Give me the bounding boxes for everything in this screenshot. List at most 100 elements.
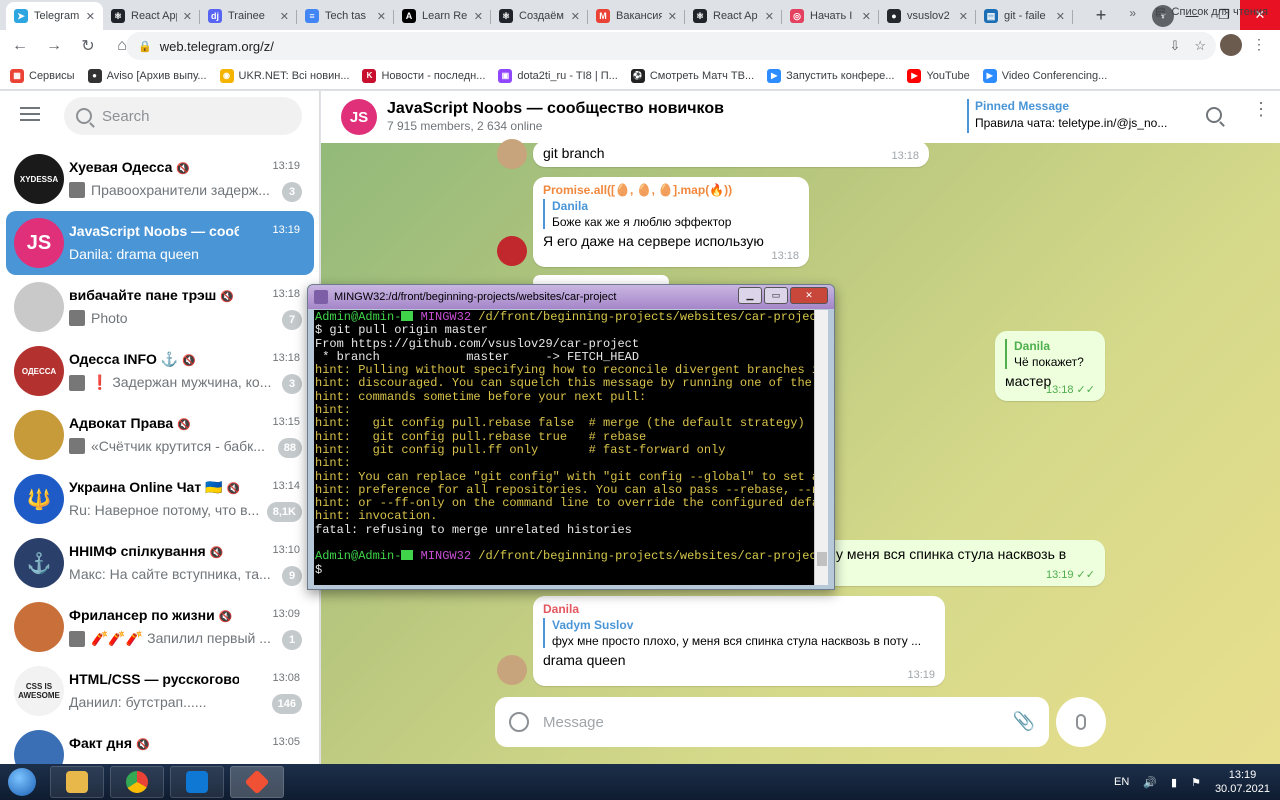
- chat-title[interactable]: JavaScript Noobs — сообщество новичков: [387, 100, 724, 118]
- browser-tab[interactable]: ⚛ React Ap ✕: [685, 2, 782, 30]
- address-bar[interactable]: 🔒 web.telegram.org/z/ ⇩ ☆: [126, 32, 1216, 60]
- browser-tab[interactable]: A Learn Re ✕: [394, 2, 491, 30]
- scrollbar-thumb[interactable]: [817, 552, 827, 566]
- language-indicator[interactable]: EN: [1114, 776, 1129, 788]
- browser-tab[interactable]: ● vsuslov2 ✕: [879, 2, 976, 30]
- message-bubble[interactable]: git branch 13:18: [533, 141, 929, 167]
- terminal-titlebar[interactable]: MINGW32:/d/front/beginning-projects/webs…: [308, 285, 834, 309]
- browser-tab[interactable]: M Вакансия ✕: [588, 2, 685, 30]
- browser-tab[interactable]: ◎ Начать I ✕: [782, 2, 879, 30]
- chat-list-item[interactable]: ОДЕССА Одесса INFO ⚓ 🔇 13:18 ❗ Задержан м…: [6, 339, 314, 403]
- close-tab-icon[interactable]: ✕: [183, 10, 192, 23]
- install-app-icon[interactable]: ⇩: [1169, 38, 1180, 54]
- chat-list-item[interactable]: ⚓ ННІМФ спілкування 🔇 13:10 Макс: На сайт…: [6, 531, 314, 595]
- taskbar-explorer[interactable]: [50, 766, 104, 798]
- message-bubble[interactable]: Danila Vadym Suslov фух мне просто плохо…: [533, 596, 945, 686]
- bookmark-item[interactable]: ▦ Сервисы: [10, 68, 75, 83]
- user-avatar[interactable]: [497, 655, 527, 685]
- user-avatar[interactable]: [497, 236, 527, 266]
- close-tab-icon[interactable]: ✕: [959, 10, 968, 23]
- terminal-close-icon[interactable]: ✕: [790, 287, 828, 304]
- bookmark-item[interactable]: K Новости - последн...: [362, 68, 485, 83]
- bookmark-star-icon[interactable]: ☆: [1194, 38, 1206, 54]
- close-tab-icon[interactable]: ✕: [474, 10, 483, 23]
- flag-icon[interactable]: ⚑: [1191, 776, 1201, 789]
- taskbar-vscode[interactable]: [170, 766, 224, 798]
- volume-icon[interactable]: 🔊: [1143, 776, 1157, 789]
- chat-header[interactable]: JS JavaScript Noobs — сообщество новичко…: [321, 91, 1280, 143]
- search-icon[interactable]: [1206, 107, 1222, 123]
- bookmark-item[interactable]: ▶ Запустить конфере...: [767, 68, 894, 83]
- windows-taskbar: EN 🔊 ▮ ⚑ 13:19 30.07.2021: [0, 764, 1280, 800]
- more-options-icon[interactable]: ⋮: [1252, 100, 1270, 118]
- hamburger-menu-icon[interactable]: [20, 107, 40, 121]
- chat-list-item[interactable]: JS JavaScript Noobs — сооб...🔇 13:19 Dan…: [6, 211, 314, 275]
- message-bubble-outgoing[interactable]: Danila Чё покажет? мастер 13:18 ✓✓: [995, 331, 1105, 401]
- terminal-output[interactable]: Admin@Admin- MINGW32 /d/front/beginning-…: [314, 310, 822, 585]
- message-composer[interactable]: Message 📎: [495, 697, 1049, 747]
- chat-list-item[interactable]: вибачайте пане трэш 🔇 13:18 Photo 7: [6, 275, 314, 339]
- close-tab-icon[interactable]: ✕: [377, 10, 386, 23]
- browser-menu-icon[interactable]: ⋮: [1252, 36, 1266, 53]
- browser-avatar[interactable]: [1220, 34, 1242, 56]
- browser-tab[interactable]: ➤ Telegram ✕: [6, 2, 103, 30]
- terminal-cursor-line[interactable]: $: [315, 563, 322, 577]
- bookmark-item[interactable]: ⚽ Смотреть Матч ТВ...: [630, 68, 754, 83]
- reading-list-button[interactable]: ▤ Список для чтения: [1155, 5, 1268, 19]
- message-sender[interactable]: Promise.all([🥚, 🥚, 🥚].map(🔥)): [543, 183, 799, 197]
- chat-list-item[interactable]: 🔱 Украина Online Чат 🇺🇦 🔇 13:14 Ru: Навер…: [6, 467, 314, 531]
- close-tab-icon[interactable]: ✕: [862, 10, 871, 23]
- reply-quote[interactable]: Vadym Suslov фух мне просто плохо, у мен…: [543, 618, 935, 648]
- clock[interactable]: 13:19 30.07.2021: [1215, 768, 1270, 796]
- chat-avatar[interactable]: JS: [341, 99, 377, 135]
- chat-list-item[interactable]: CSS IS AWESOME HTML/CSS — русскогово...🔇…: [6, 659, 314, 723]
- browser-tab[interactable]: ≡ Tech tas ✕: [297, 2, 394, 30]
- user-avatar[interactable]: [497, 139, 527, 169]
- emoji-icon[interactable]: [509, 712, 529, 732]
- terminal-maximize-icon[interactable]: ▭: [764, 287, 788, 304]
- close-tab-icon[interactable]: ✕: [280, 10, 289, 23]
- pinned-message[interactable]: Pinned Message Правила чата: teletype.in…: [967, 99, 1177, 133]
- chat-list-item[interactable]: Адвокат Права 🔇 13:15 «Счётчик крутится -…: [6, 403, 314, 467]
- bookmark-item[interactable]: ◉ UKR.NET: Всі новин...: [219, 68, 349, 83]
- terminal-window[interactable]: MINGW32:/d/front/beginning-projects/webs…: [307, 284, 835, 590]
- terminal-scrollbar[interactable]: [814, 310, 828, 585]
- close-tab-icon[interactable]: ✕: [765, 10, 774, 23]
- taskbar-chrome[interactable]: [110, 766, 164, 798]
- bookmark-item[interactable]: ▶ Video Conferencing...: [982, 68, 1107, 83]
- message-bubble-outgoing[interactable]: у меня вся спинка стула насквозь в 13:19…: [821, 540, 1105, 586]
- message-sender[interactable]: Danila: [543, 602, 935, 616]
- browser-tab[interactable]: ⚛ React App ✕: [103, 2, 200, 30]
- attach-icon[interactable]: 📎: [1013, 711, 1035, 732]
- browser-tab[interactable]: ⚛ Создаём ✕: [491, 2, 588, 30]
- close-tab-icon[interactable]: ✕: [668, 10, 677, 23]
- chat-name: HTML/CSS — русскогово...🔇: [69, 671, 239, 687]
- search-input[interactable]: Search: [64, 97, 302, 135]
- bookmark-item[interactable]: ● Aviso [Архив выпу...: [87, 68, 207, 83]
- close-tab-icon[interactable]: ✕: [1056, 10, 1065, 23]
- message-input-placeholder[interactable]: Message: [543, 714, 604, 731]
- voice-record-button[interactable]: [1056, 697, 1106, 747]
- reply-quote[interactable]: Danila Боже как же я люблю эффектор: [543, 199, 799, 229]
- back-icon[interactable]: ←: [6, 32, 34, 60]
- bookmark-item[interactable]: ▣ dota2ti_ru - TI8 | П...: [498, 68, 618, 83]
- network-icon[interactable]: ▮: [1171, 776, 1177, 789]
- taskbar-git-bash[interactable]: [230, 766, 284, 798]
- chat-list-item[interactable]: XYDESSA Хуевая Одесса 🔇 13:19 Правоохрани…: [6, 147, 314, 211]
- close-tab-icon[interactable]: ✕: [571, 10, 580, 23]
- browser-tab[interactable]: ▤ git - faile ✕: [976, 2, 1073, 30]
- forward-icon[interactable]: →: [40, 32, 68, 60]
- reply-quote[interactable]: Danila Чё покажет?: [1005, 339, 1095, 369]
- url-text[interactable]: web.telegram.org/z/: [160, 39, 274, 54]
- bookmarks-overflow-icon[interactable]: »: [1129, 6, 1136, 20]
- close-tab-icon[interactable]: ✕: [86, 10, 95, 23]
- terminal-minimize-icon[interactable]: ▁: [738, 287, 762, 304]
- start-button[interactable]: [0, 764, 44, 800]
- message-bubble[interactable]: Promise.all([🥚, 🥚, 🥚].map(🔥)) Danila Бож…: [533, 177, 809, 267]
- chat-list-item[interactable]: Фрилансер по жизни 🔇 13:09 🧨🧨🧨 Запилил пе…: [6, 595, 314, 659]
- new-tab-button[interactable]: +: [1088, 2, 1114, 28]
- reload-icon[interactable]: ↻: [74, 32, 102, 60]
- browser-tab[interactable]: dj Trainee ✕: [200, 2, 297, 30]
- chat-list-item[interactable]: Факт дня 🔇 13:05: [6, 723, 314, 764]
- bookmark-item[interactable]: ▶ YouTube: [907, 68, 970, 83]
